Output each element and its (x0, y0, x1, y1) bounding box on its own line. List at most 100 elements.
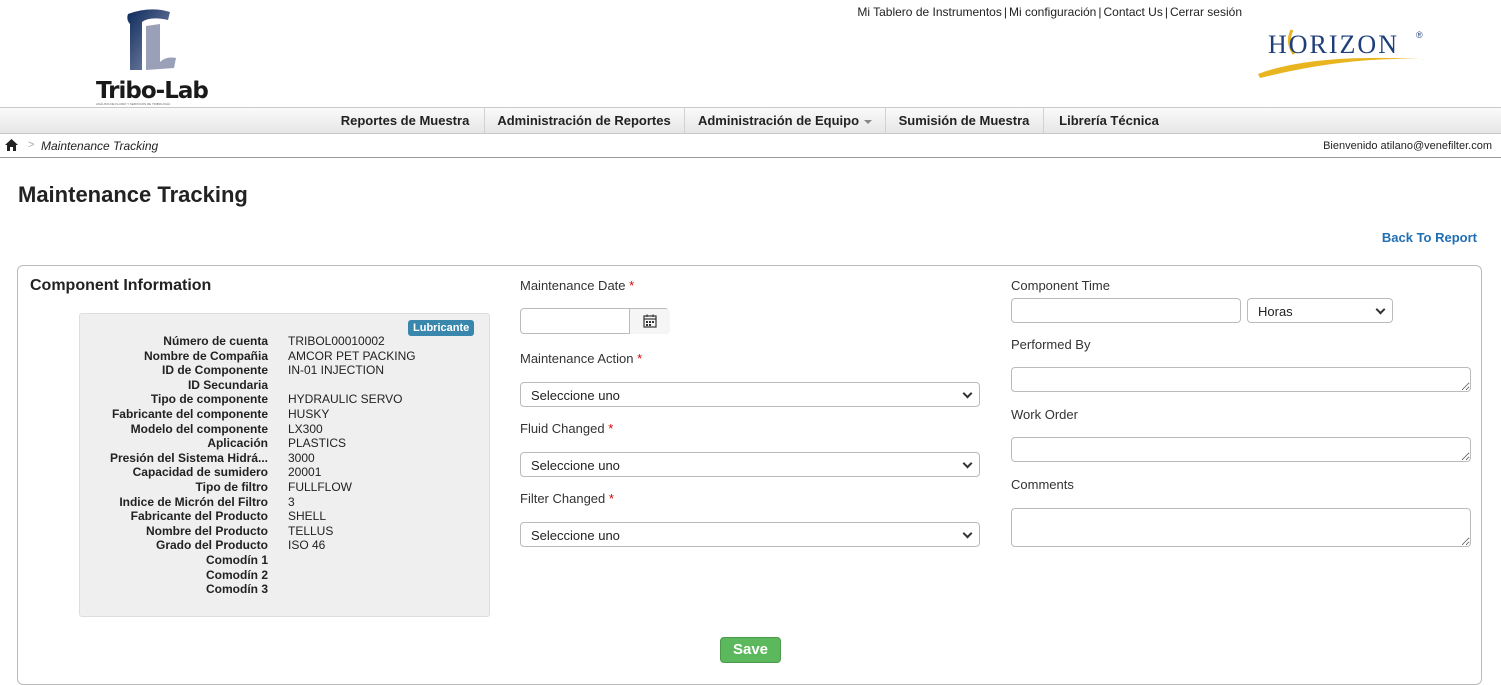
nav-item-reportes-muestra[interactable]: Reportes de Muestra (330, 108, 480, 133)
top-link-dashboard[interactable]: Mi Tablero de Instrumentos (857, 5, 1002, 19)
page-title: Maintenance Tracking (18, 182, 248, 207)
top-link-separator: | (1003, 5, 1007, 19)
component-info-title: Component Information (30, 277, 212, 294)
breadcrumb-current: Maintenance Tracking (41, 139, 159, 153)
filter-changed-select[interactable]: Seleccione uno (520, 522, 980, 547)
info-row-value: IN-01 INJECTION (288, 363, 385, 378)
info-row: Comodín 1 (80, 553, 491, 568)
info-row: Aplicación PLASTICS (80, 436, 491, 451)
info-row-label: Tipo de filtro (195, 479, 268, 494)
component-info-rows: Número de cuenta TRIBOL00010002 Nombre de … (80, 334, 491, 597)
home-icon[interactable] (4, 138, 19, 155)
info-row-label: Modelo del componente (130, 421, 268, 436)
tribolab-tagline: ANÁLISIS DE FLUIDO Y SERVICIOS DE TRIBOL… (96, 102, 171, 106)
info-row-label: Indice de Micrón del Filtro (119, 494, 268, 509)
maintenance-panel: Component Information Lubricante Número … (17, 265, 1482, 685)
info-row: Modelo del componente LX300 (80, 422, 491, 437)
maintenance-date-label-text: Maintenance Date (520, 278, 626, 293)
info-row-label: Número de cuenta (163, 334, 268, 348)
info-row-value: AMCOR PET PACKING (288, 348, 416, 363)
tribolab-logo-mark (127, 9, 176, 70)
breadcrumb: > Maintenance Tracking Bienvenido atilan… (0, 136, 1501, 158)
fluid-changed-select[interactable]: Seleccione uno (520, 452, 980, 477)
info-row-value: FULLFLOW (288, 479, 353, 494)
info-row: Presión del Sistema Hidrá... 3000 (80, 451, 491, 466)
work-order-field[interactable] (1011, 437, 1471, 462)
info-row: Comodín 3 (80, 582, 491, 597)
info-row: ID Secundaria (80, 378, 491, 393)
maintenance-date-label: Maintenance Date * (520, 278, 634, 293)
nav-item-admin-equipo[interactable]: Administración de Equipo (690, 108, 880, 133)
chevron-down-icon (962, 528, 973, 539)
performed-by-label: Performed By (1011, 337, 1091, 352)
maintenance-action-select[interactable]: Seleccione uno (520, 382, 980, 407)
calendar-icon (643, 314, 657, 328)
nav-separator (1043, 108, 1044, 133)
info-row: Tipo de componente HYDRAULIC SERVO (80, 392, 491, 407)
info-row-label: Aplicación (207, 436, 268, 451)
top-link-logout[interactable]: Cerrar sesión (1170, 5, 1242, 19)
top-link-settings[interactable]: Mi configuración (1009, 5, 1096, 19)
nav-separator (684, 108, 685, 133)
info-row-value: SHELL (288, 509, 327, 524)
info-row-label: Comodín 2 (206, 567, 268, 582)
info-row-label: ID Secundaria (187, 377, 268, 392)
info-row-label: Comodín 3 (206, 582, 268, 597)
main-nav: Reportes de Muestra Administración de Re… (0, 107, 1501, 134)
info-row: Grado del Producto ISO 46 (80, 538, 491, 553)
info-row: Indice de Micrón del Filtro 3 (80, 495, 491, 510)
info-row: Nombre de Compañia AMCOR PET PACKING (80, 349, 491, 364)
info-row-value: 3000 (288, 450, 315, 465)
top-link-separator: | (1164, 5, 1168, 19)
info-row: Nombre del Producto TELLUS (80, 524, 491, 539)
back-to-report-link[interactable]: Back To Report (1382, 230, 1477, 245)
info-row-value: TRIBOL00010002 (288, 334, 385, 348)
nav-item-libreria-tecnica[interactable]: Librería Técnica (1048, 108, 1170, 133)
maintenance-date-field[interactable] (520, 308, 670, 334)
required-mark: * (608, 421, 614, 436)
info-row: Número de cuenta TRIBOL00010002 (80, 334, 491, 349)
info-row-label: Fabricante del componente (111, 406, 268, 421)
info-row: Capacidad de sumidero 20001 (80, 465, 491, 480)
info-row-value: TELLUS (288, 523, 334, 538)
performed-by-field[interactable] (1011, 367, 1471, 392)
info-row-value: 20001 (288, 465, 322, 480)
component-info-box: Lubricante Número de cuenta TRIBOL0001000… (79, 313, 490, 617)
info-row-value: HUSKY (288, 406, 330, 421)
info-row-value: PLASTICS (288, 436, 347, 451)
chevron-down-icon (864, 119, 873, 124)
calendar-button[interactable] (629, 309, 670, 334)
info-row-label: Nombre de Compañia (143, 348, 268, 363)
info-row-label: Fabricante del Producto (130, 509, 268, 524)
top-link-contact[interactable]: Contact Us (1103, 5, 1162, 19)
info-row: Comodín 2 (80, 568, 491, 583)
info-row-label: Comodín 1 (206, 552, 268, 567)
comments-label: Comments (1011, 477, 1074, 492)
info-row-label: ID de Componente (161, 363, 268, 378)
required-mark: * (629, 278, 635, 293)
comments-field[interactable] (1011, 508, 1471, 547)
info-row-value: 3 (288, 494, 295, 509)
info-row: ID de Componente IN-01 INJECTION (80, 363, 491, 378)
component-time-unit-value: Horas (1258, 304, 1293, 319)
nav-item-admin-reportes[interactable]: Administración de Reportes (488, 108, 680, 133)
component-time-input[interactable] (1011, 298, 1241, 323)
horizon-logo: HORIZON ® (1256, 24, 1440, 80)
info-row-label: Nombre del Producto (145, 523, 268, 538)
info-row-value: HYDRAULIC SERVO (288, 392, 403, 407)
maintenance-action-value: Seleccione uno (531, 388, 620, 403)
info-row-label: Capacidad de sumidero (132, 465, 268, 480)
info-row-label: Grado del Producto (155, 538, 268, 553)
filter-changed-label-text: Filter Changed (520, 491, 606, 506)
maintenance-action-label: Maintenance Action * (520, 351, 642, 366)
work-order-label: Work Order (1011, 407, 1078, 422)
top-links: Mi Tablero de Instrumentos | Mi configurac… (857, 5, 1242, 19)
save-button[interactable]: Save (720, 637, 781, 663)
component-time-unit-select[interactable]: Horas (1247, 298, 1393, 323)
welcome-text: Bienvenido atilano@venefilter.com (1323, 140, 1492, 152)
nav-item-sumision-muestra[interactable]: Sumisión de Muestra (890, 108, 1038, 133)
info-row: Tipo de filtro FULLFLOW (80, 480, 491, 495)
horizon-reg-mark: ® (1416, 30, 1423, 40)
info-row-value: LX300 (288, 421, 323, 436)
top-link-separator: | (1098, 5, 1102, 19)
